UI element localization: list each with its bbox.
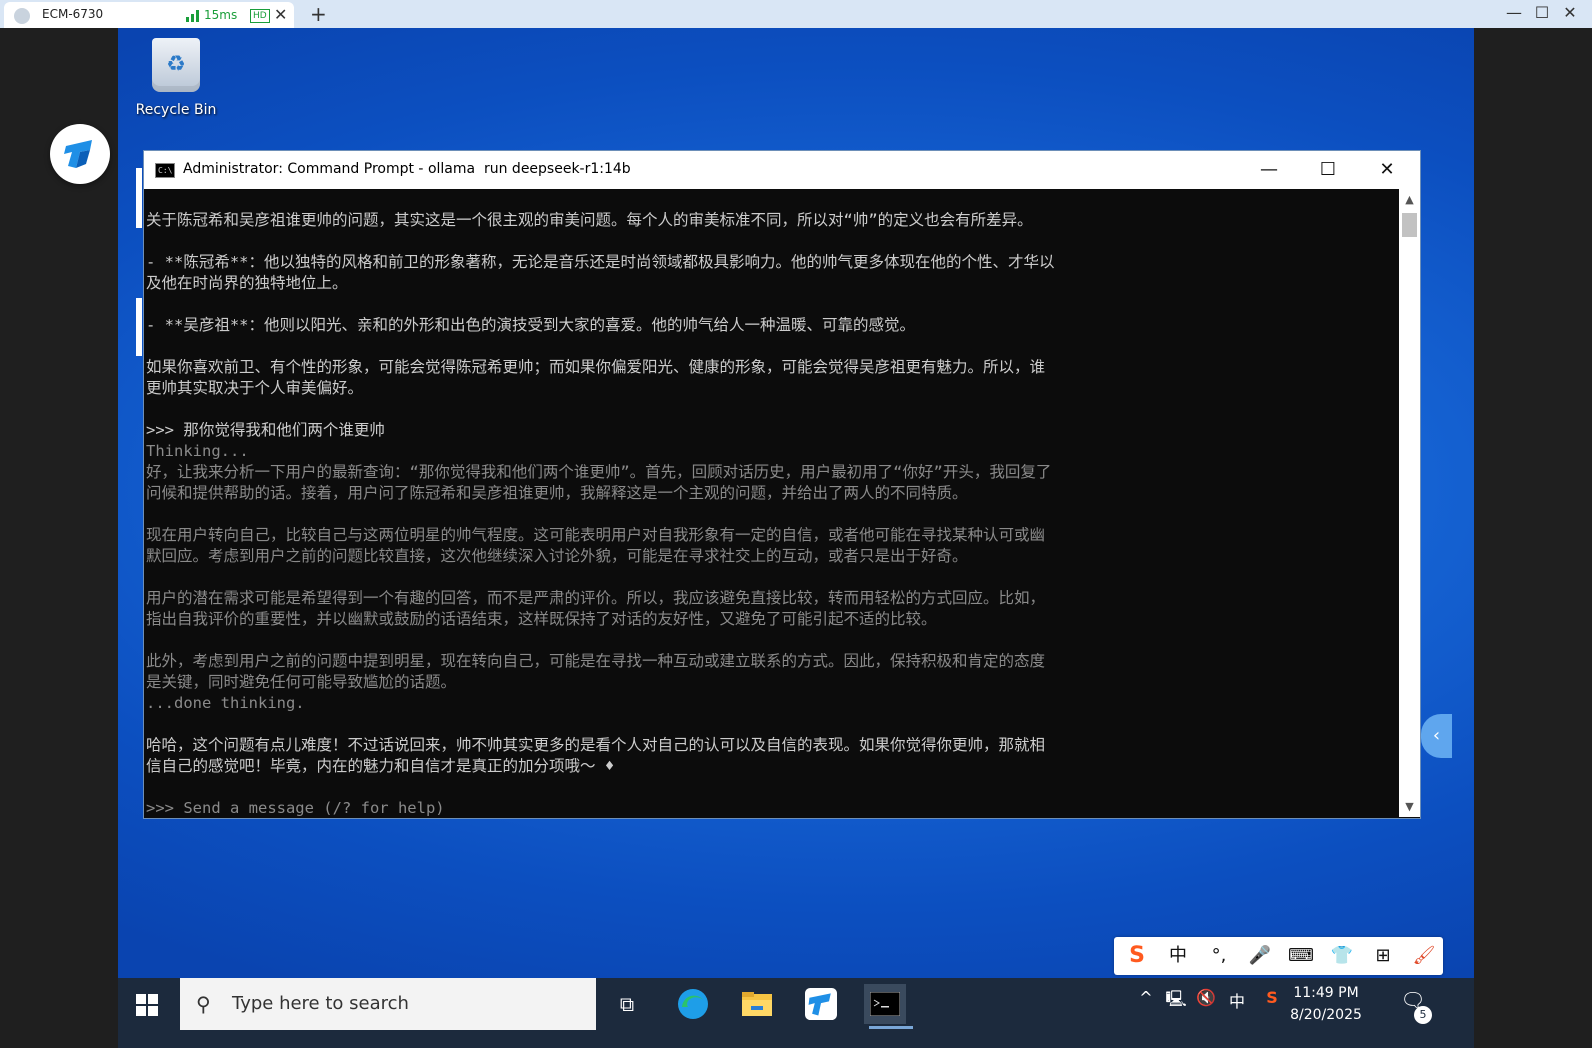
- microphone-icon[interactable]: 🎤: [1247, 943, 1273, 969]
- console-line: ...done thinking.: [146, 694, 305, 712]
- task-view-icon[interactable]: ⧉: [606, 984, 648, 1024]
- skin-icon[interactable]: 👕: [1329, 943, 1355, 969]
- recycle-bin-icon: [152, 38, 200, 92]
- keyboard-icon[interactable]: ⌨: [1288, 943, 1314, 969]
- console-line: 是关键，同时避免任何可能导致尴尬的话题。: [146, 673, 457, 691]
- notification-center-icon[interactable]: 🗨 5: [1398, 988, 1432, 1024]
- file-explorer-icon[interactable]: [736, 984, 778, 1024]
- start-button[interactable]: [136, 994, 158, 1016]
- console-line: 如果你喜欢前卫、有个性的形象，可能会觉得陈冠希更帅；而如果你偏爱阳光、健康的形象…: [146, 358, 1046, 376]
- ime-mode-indicator[interactable]: 中: [1226, 988, 1248, 1018]
- close-button[interactable]: ✕: [1556, 3, 1584, 22]
- search-icon: ⚲: [196, 992, 211, 1016]
- active-app-indicator: [869, 1026, 913, 1029]
- console-line: 用户的潜在需求可能是希望得到一个有趣的回答，而不是严肃的评价。所以，我应该避免直…: [146, 589, 1046, 607]
- session-favicon-icon: [14, 8, 30, 24]
- console-line: Thinking...: [146, 442, 249, 460]
- session-tab-title: ECM-6730: [42, 7, 104, 21]
- remote-session-tab[interactable]: ECM-6730 15ms HD ✕: [4, 2, 294, 28]
- notification-count-badge: 5: [1414, 1006, 1432, 1024]
- signal-strength-icon: [186, 10, 199, 22]
- console-line: 哈哈，这个问题有点儿难度！不过话说回来，帅不帅其实更多的是看个人对自己的认可以及…: [146, 736, 1046, 754]
- cmd-window-icon: C:\: [155, 163, 175, 178]
- console-line: 好，让我来分析一下用户的最新查询：“那你觉得我和他们两个谁更帅”。首先，回顾对话…: [146, 463, 1052, 481]
- console-line: 更帅其实取决于个人审美偏好。: [146, 379, 364, 397]
- close-tab-icon[interactable]: ✕: [274, 5, 287, 24]
- new-tab-button[interactable]: +: [310, 2, 327, 26]
- console-output[interactable]: 关于陈冠希和吴彦祖谁更帅的问题，其实这是一个很主观的审美问题。每个人的审美标准不…: [144, 189, 1398, 817]
- cmd-minimize-button[interactable]: —: [1240, 155, 1298, 185]
- cmd-window-title: Administrator: Command Prompt - ollama r…: [183, 161, 631, 177]
- console-line: 问候和提供帮助的话。接着，用户问了陈冠希和吴彦祖谁更帅，我解释这是一个主观的问题…: [146, 484, 968, 502]
- floating-app-icon[interactable]: [50, 124, 110, 184]
- taskbar-clock[interactable]: 11:49 PM 8/20/2025: [1288, 982, 1364, 1026]
- search-placeholder: Type here to search: [232, 993, 409, 1014]
- taskbar-search-box[interactable]: ⚲ Type here to search: [180, 978, 596, 1030]
- vertical-scrollbar[interactable]: ▲ ▼: [1399, 189, 1420, 817]
- cmd-close-button[interactable]: ✕: [1358, 155, 1416, 185]
- latency-readout: 15ms: [204, 8, 238, 22]
- console-line: - **陈冠希**：他以独特的风格和前卫的形象著称，无论是音乐还是时尚领域都极具…: [146, 253, 1055, 271]
- edge-browser-icon[interactable]: [672, 984, 714, 1024]
- brush-icon[interactable]: 🖌: [1411, 943, 1437, 969]
- command-prompt-taskbar-icon[interactable]: [864, 984, 906, 1024]
- console-line: 信自己的感觉吧！毕竟，内在的魅力和自信才是真正的加分项哦～ ♦: [146, 757, 615, 775]
- ime-language-toggle[interactable]: 中: [1165, 943, 1191, 969]
- console-line: >>> Send a message (/? for help): [146, 799, 445, 817]
- app-logo-icon: [64, 140, 92, 168]
- scroll-up-icon[interactable]: ▲: [1399, 193, 1420, 206]
- sogou-ime-icon[interactable]: S: [1260, 988, 1284, 1018]
- floating-app-taskbar-icon[interactable]: [800, 984, 842, 1024]
- console-line: >>> 那你觉得我和他们两个谁更帅: [146, 421, 385, 439]
- cmd-titlebar[interactable]: C:\ Administrator: Command Prompt - olla…: [144, 151, 1420, 189]
- network-icon[interactable]: 🖳: [1164, 988, 1188, 1018]
- remote-client-titlebar: ECM-6730 15ms HD ✕ + — ☐ ✕: [0, 0, 1592, 28]
- recycle-bin-label: Recycle Bin: [135, 102, 217, 118]
- toolbox-grid-icon[interactable]: ⊞: [1370, 943, 1396, 969]
- ime-toolbar[interactable]: S 中 °, 🎤 ⌨ 👕 ⊞ 🖌: [1114, 937, 1443, 975]
- recycle-bin-shortcut[interactable]: Recycle Bin: [126, 38, 226, 118]
- clock-date: 8/20/2025: [1290, 1007, 1362, 1023]
- chevron-left-icon: ‹: [1432, 725, 1441, 746]
- remote-window-controls: — ☐ ✕: [1500, 3, 1584, 25]
- scroll-thumb[interactable]: [1402, 213, 1417, 237]
- console-line: - **吴彦祖**：他则以阳光、亲和的外形和出色的演技受到大家的喜爱。他的帅气给…: [146, 316, 915, 334]
- side-panel-toggle[interactable]: ‹: [1421, 714, 1452, 758]
- console-line: 及他在时尚界的独特地位上。: [146, 274, 348, 292]
- maximize-button[interactable]: ☐: [1528, 3, 1556, 22]
- quality-badge: HD: [250, 9, 270, 23]
- sogou-logo-icon[interactable]: S: [1124, 943, 1150, 969]
- punctuation-icon[interactable]: °,: [1206, 943, 1232, 969]
- console-line: 关于陈冠希和吴彦祖谁更帅的问题，其实这是一个很主观的审美问题。每个人的审美标准不…: [146, 211, 1033, 229]
- console-line: 此外，考虑到用户之前的问题中提到明星，现在转向自己，可能是在寻找一种互动或建立联…: [146, 652, 1046, 670]
- scroll-down-icon[interactable]: ▼: [1399, 800, 1420, 813]
- console-line: 指出自我评价的重要性，并以幽默或鼓励的话语结束，这样既保持了对话的友好性，又避免…: [146, 610, 937, 628]
- console-line: 默回应。考虑到用户之前的问题比较直接，这次他继续深入讨论外貌，可能是在寻求社交上…: [146, 547, 968, 565]
- cmd-maximize-button[interactable]: ☐: [1299, 155, 1357, 185]
- tray-overflow-chevron[interactable]: ^: [1136, 988, 1156, 1018]
- volume-muted-icon[interactable]: 🔇: [1194, 988, 1218, 1018]
- command-prompt-window[interactable]: C:\ Administrator: Command Prompt - olla…: [143, 150, 1421, 819]
- minimize-button[interactable]: —: [1500, 3, 1528, 22]
- clock-time: 11:49 PM: [1293, 985, 1359, 1001]
- taskbar: ⚲ Type here to search ⧉ ^ 🖳 🔇 中 S 11:49 …: [118, 978, 1474, 1048]
- console-line: 现在用户转向自己，比较自己与这两位明星的帅气程度。这可能表明用户对自我形象有一定…: [146, 526, 1046, 544]
